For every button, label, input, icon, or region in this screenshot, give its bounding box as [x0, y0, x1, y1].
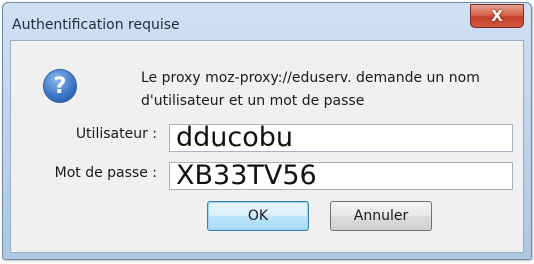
window-title: Authentification requise — [12, 17, 180, 33]
message-line-2: d'utilisateur et un mot de passe — [141, 93, 365, 109]
dialog-body: ? Le proxy moz-proxy://eduserv. demande … — [10, 40, 524, 253]
auth-dialog-window: Authentification requise X ? Le proxy mo… — [2, 2, 532, 260]
question-icon: ? — [43, 69, 77, 103]
username-label: Utilisateur : — [75, 126, 157, 142]
ok-button[interactable]: OK — [207, 201, 309, 231]
username-field[interactable] — [169, 124, 513, 152]
message-line-1: Le proxy moz-proxy://eduserv. demande un… — [141, 70, 480, 86]
password-field[interactable] — [169, 162, 513, 190]
cancel-button[interactable]: Annuler — [330, 201, 432, 231]
password-label: Mot de passe : — [54, 165, 157, 181]
title-bar[interactable]: Authentification requise X — [3, 3, 531, 37]
close-icon: X — [491, 7, 503, 25]
dialog-message: Le proxy moz-proxy://eduserv. demande un… — [141, 67, 521, 113]
close-button[interactable]: X — [470, 4, 524, 28]
